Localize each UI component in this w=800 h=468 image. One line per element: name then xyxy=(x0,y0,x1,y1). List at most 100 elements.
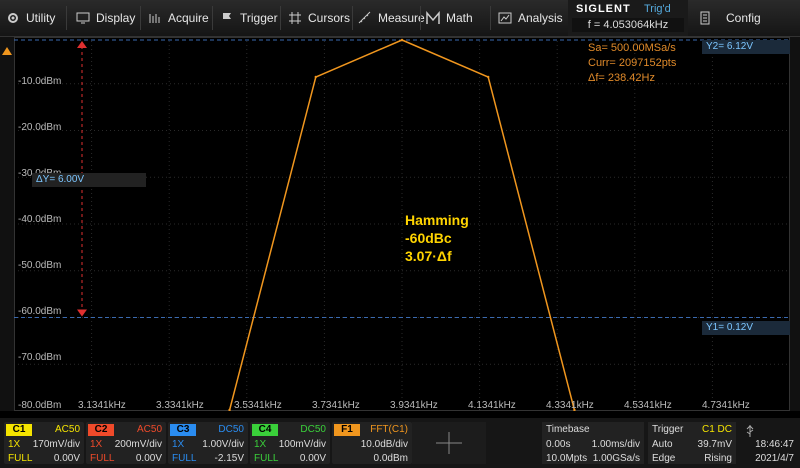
math-offset: 0.0dBm xyxy=(373,453,408,464)
channel-c1-panel[interactable]: C1 AC50 1X 170mV/div FULL 0.00V xyxy=(4,422,84,464)
channel-c4-panel[interactable]: C4 DC50 1X 100mV/div FULL 0.00V xyxy=(250,422,330,464)
memory-depth: 10.0Mpts xyxy=(546,453,588,464)
channel-coupling: AC50 xyxy=(136,424,162,435)
menu-display[interactable]: Display xyxy=(76,0,135,36)
frequency-counter: f = 4.053064kHz xyxy=(572,18,684,32)
channel-tag: C1 xyxy=(6,424,32,436)
math-f1-panel[interactable]: F1 FFT(C1) 10.0dB/div 0.0dBm xyxy=(332,422,412,464)
clock-date: 2021/4/7 xyxy=(755,453,794,464)
cursors-icon xyxy=(289,12,301,24)
menu-bar: Utility Display Acquire Trigger Cursors … xyxy=(0,0,800,37)
status-bar: C1 AC50 1X 170mV/div FULL 0.00V C2 AC50 … xyxy=(0,418,800,468)
channel-coupling: AC50 xyxy=(54,424,80,435)
x-tick-label: 3.1341kHz xyxy=(78,400,126,411)
delta-y-arrow-top xyxy=(77,41,87,48)
channel-bandwidth: FULL xyxy=(8,453,33,464)
menu-cursors[interactable]: Cursors xyxy=(288,0,350,36)
fft-trace-point xyxy=(400,38,404,42)
monitor-icon xyxy=(76,12,90,24)
channel-coupling: DC50 xyxy=(218,424,244,435)
channel-probe: 1X xyxy=(90,439,103,450)
channel-probe: 1X xyxy=(254,439,267,450)
fft-trace-point xyxy=(314,75,317,79)
annotation-window-name: Hamming xyxy=(405,212,469,228)
document-icon xyxy=(700,11,710,25)
clock-time: 18:46:47 xyxy=(755,439,794,450)
left-marker-strip xyxy=(0,37,14,411)
channel-tag: C2 xyxy=(88,424,114,436)
menu-trigger[interactable]: Trigger xyxy=(220,0,278,36)
timebase-panel[interactable]: Timebase 0.00s 1.00ms/div 10.0Mpts 1.00G… xyxy=(542,422,644,464)
x-tick-label: 4.7341kHz xyxy=(702,400,750,411)
math-scale: 10.0dB/div xyxy=(360,439,408,450)
y-tick-label: -60.0dBm xyxy=(18,306,62,317)
menu-acquire[interactable]: Acquire xyxy=(148,0,209,36)
y-tick-label: -50.0dBm xyxy=(18,260,62,271)
clock-panel: 18:46:47 2021/4/7 xyxy=(740,422,798,464)
trigger-mode: Auto xyxy=(652,439,673,450)
menu-analysis[interactable]: Analysis xyxy=(498,0,563,36)
trigger-level-marker-icon[interactable] xyxy=(0,41,14,61)
menu-math[interactable]: Math xyxy=(426,0,473,36)
channel-offset: -2.15V xyxy=(214,453,244,464)
x-tick-label: 3.7341kHz xyxy=(312,400,360,411)
cursor-delta-y-readout: ΔY= 6.00V xyxy=(32,173,146,187)
timebase-title: Timebase xyxy=(546,424,590,435)
channel-c2-panel[interactable]: C2 AC50 1X 200mV/div FULL 0.00V xyxy=(86,422,166,464)
trigger-type: Edge xyxy=(652,453,676,464)
navigation-crosshair-panel[interactable] xyxy=(412,422,486,464)
trigger-panel[interactable]: Trigger C1 DC Auto 39.7mV Edge Rising xyxy=(648,422,736,464)
math-source: FFT(C1) xyxy=(370,424,408,435)
channel-tag: F1 xyxy=(334,424,360,436)
math-icon xyxy=(426,11,440,24)
sample-rate-readout: Sa= 500.00MSa/s xyxy=(588,42,676,54)
channel-scale: 200mV/div xyxy=(114,439,162,450)
channel-scale: 170mV/div xyxy=(32,439,80,450)
channel-offset: 0.00V xyxy=(135,453,162,464)
y-tick-label: -70.0dBm xyxy=(18,352,62,363)
timebase-delay: 0.00s xyxy=(546,439,571,450)
menu-config[interactable]: Config xyxy=(698,0,761,36)
analysis-icon xyxy=(498,12,512,24)
channel-tag: C3 xyxy=(170,424,196,436)
channel-bandwidth: FULL xyxy=(172,453,197,464)
gear-icon xyxy=(8,13,18,23)
y-tick-label: -10.0dBm xyxy=(18,76,62,87)
y-tick-label: -40.0dBm xyxy=(18,214,62,225)
channel-offset: 0.00V xyxy=(53,453,80,464)
delta-y-arrow-bottom xyxy=(77,309,87,317)
trigger-status: Trig'd xyxy=(644,3,671,15)
delta-f-readout: Δf= 238.42Hz xyxy=(588,72,655,84)
x-tick-label: 3.9341kHz xyxy=(390,400,438,411)
fft-trace-point xyxy=(487,75,490,79)
x-tick-label: 4.1341kHz xyxy=(468,400,516,411)
trigger-level: 39.7mV xyxy=(697,439,732,450)
menu-utility[interactable]: Utility xyxy=(6,0,55,36)
channel-c3-panel[interactable]: C3 DC50 1X 1.00V/div FULL -2.15V xyxy=(168,422,248,464)
brand-logo: SIGLENT xyxy=(576,3,631,15)
current-points-readout: Curr= 2097152pts xyxy=(588,57,677,69)
crosshair-icon xyxy=(436,432,462,454)
channel-tag: C4 xyxy=(252,424,278,436)
right-strip xyxy=(790,37,800,411)
y-tick-label: -20.0dBm xyxy=(18,122,62,133)
trigger-title: Trigger xyxy=(652,424,684,435)
x-tick-label: 4.5341kHz xyxy=(624,400,672,411)
annotation-bandwidth: 3.07·Δf xyxy=(405,248,452,264)
fft-plot xyxy=(14,37,790,411)
timebase-scale: 1.00ms/div xyxy=(591,439,640,450)
flag-icon xyxy=(223,13,231,24)
annotation-sidelobe-level: -60dBc xyxy=(405,230,452,246)
channel-bandwidth: FULL xyxy=(254,453,279,464)
brand-panel: SIGLENT Trig'd f = 4.053064kHz xyxy=(568,0,688,36)
window-annotation: Hamming -60dBc 3.07·Δf xyxy=(405,211,469,265)
y-tick-label: -80.0dBm xyxy=(18,400,62,411)
acquire-icon xyxy=(149,14,160,23)
usb-icon xyxy=(746,425,754,437)
waveform-screen[interactable]: -10.0dBm -20.0dBm -30.0dBm -40.0dBm -50.… xyxy=(14,37,790,411)
trigger-source: C1 DC xyxy=(701,424,732,435)
channel-bandwidth: FULL xyxy=(90,453,115,464)
x-tick-label: 3.5341kHz xyxy=(234,400,282,411)
menu-measure[interactable]: Measure xyxy=(358,0,425,36)
channel-scale: 100mV/div xyxy=(278,439,326,450)
